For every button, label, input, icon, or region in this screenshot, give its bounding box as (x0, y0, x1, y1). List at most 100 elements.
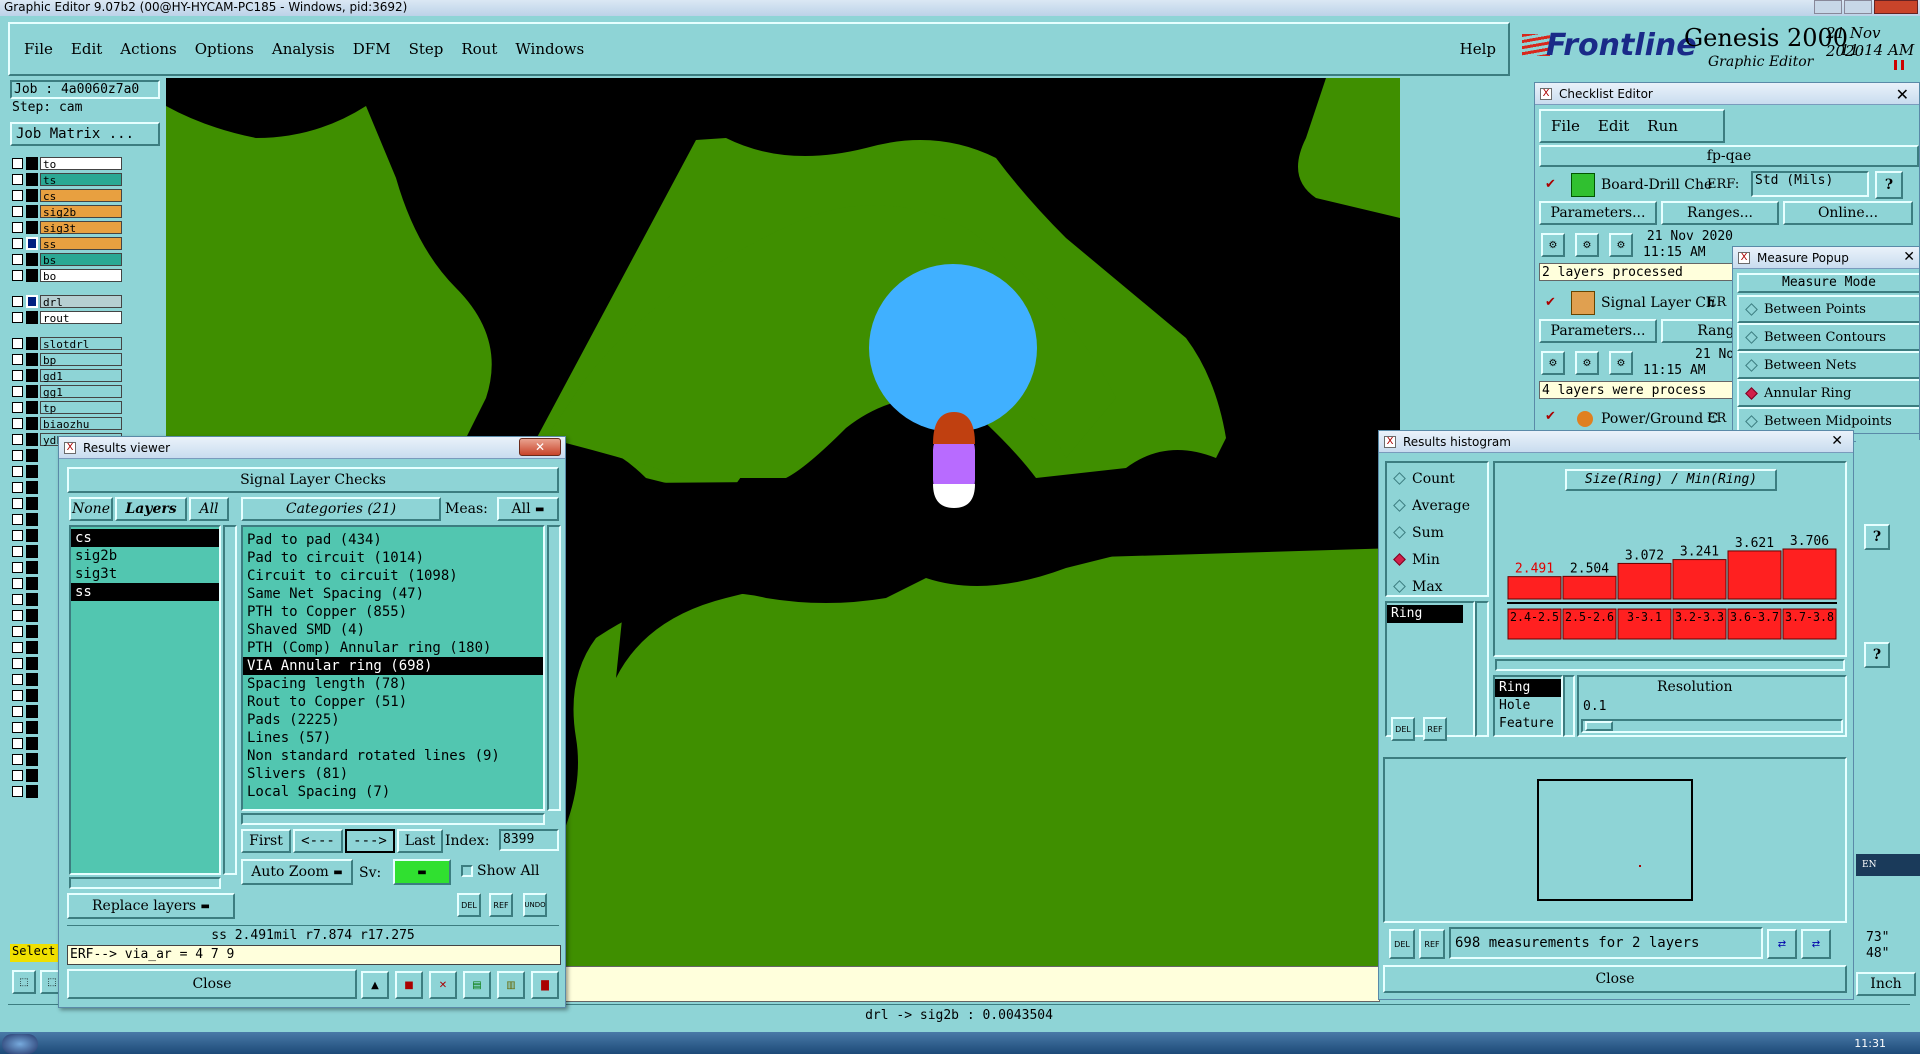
layer-row-sig2b[interactable]: sig2b (12, 204, 122, 219)
layer-row-hidden[interactable] (12, 608, 40, 622)
hist-tool-2-icon[interactable]: ⇄ (1801, 929, 1831, 959)
layer-row-hidden[interactable] (12, 576, 40, 590)
layer-row-gg1[interactable]: gg1 (12, 384, 122, 399)
rv-category-item[interactable]: Pad to pad (434) (243, 531, 543, 549)
hist-ref-icon[interactable]: REF (1419, 929, 1445, 959)
rv-category-item[interactable]: Circuit to circuit (1098) (243, 567, 543, 585)
rv-categories-button[interactable]: Categories (21) (241, 497, 441, 521)
layer-checkbox[interactable] (12, 737, 23, 749)
check1-checkbox[interactable]: ✔ (1545, 177, 1556, 192)
layer-row-tp[interactable]: tp (12, 400, 122, 415)
layer-row-hidden[interactable] (12, 464, 40, 478)
rv-category-item[interactable]: VIA Annular ring (698) (243, 657, 543, 675)
rv-replace-layers-select[interactable]: Replace layers ▬ (67, 893, 235, 919)
hist-list-ref-icon[interactable]: REF (1423, 717, 1447, 741)
rv-layers-button[interactable]: Layers (115, 497, 187, 521)
layer-row-hidden[interactable] (12, 512, 40, 526)
right-help-icon-1[interactable]: ? (1864, 524, 1890, 550)
rv-layer-item[interactable]: sig2b (71, 547, 219, 565)
layer-checkbox[interactable] (12, 449, 23, 461)
histogram-close-icon[interactable]: ✕ (1831, 433, 1843, 449)
layer-name[interactable]: sig3t (40, 220, 122, 235)
layer-row-hidden[interactable] (12, 736, 40, 750)
layer-row-hidden[interactable] (12, 544, 40, 558)
histogram-mode-option[interactable]: Sum (1387, 519, 1487, 546)
layer-name[interactable]: sig2b (40, 204, 122, 219)
layer-checkbox[interactable] (12, 513, 23, 525)
layer-row-to[interactable]: to (12, 156, 122, 171)
layer-checkbox[interactable] (12, 753, 23, 765)
menu-help[interactable]: Help (1460, 40, 1496, 58)
rv-category-item[interactable]: Spacing length (78) (243, 675, 543, 693)
layer-row-hidden[interactable] (12, 688, 40, 702)
layer-row-bp[interactable]: bp (12, 352, 122, 367)
layer-checkbox[interactable] (12, 401, 23, 413)
window-controls[interactable] (1798, 0, 1918, 15)
layer-name[interactable]: drl (40, 294, 122, 309)
layer-checkbox[interactable] (12, 609, 23, 621)
rv-tool-6-icon[interactable]: ▇ (531, 971, 559, 999)
histogram-prop-item[interactable]: Hole (1495, 697, 1561, 715)
histogram-mode-option[interactable]: Count (1387, 465, 1487, 492)
histogram-close-button[interactable]: Close (1383, 965, 1847, 993)
layer-checkbox[interactable] (12, 337, 23, 349)
check2-parameters-button[interactable]: Parameters... (1539, 319, 1657, 343)
layer-name[interactable]: bs (40, 252, 122, 267)
rv-category-item[interactable]: Slivers (81) (243, 765, 543, 783)
rv-layer-item[interactable]: ss (71, 583, 219, 601)
layer-checkbox[interactable] (12, 593, 23, 605)
check1-help-icon[interactable]: ? (1875, 171, 1903, 199)
rv-category-item[interactable]: Non standard rotated lines (9) (243, 747, 543, 765)
hist-list-del-icon[interactable]: DEL (1391, 717, 1415, 741)
rv-undo-icon[interactable]: UNDO (523, 893, 547, 917)
layer-checkbox[interactable] (12, 577, 23, 589)
rv-category-item[interactable]: Local Spacing (7) (243, 783, 543, 801)
layer-row-hidden[interactable] (12, 592, 40, 606)
layer-row-hidden[interactable] (12, 448, 40, 462)
layer-checkbox[interactable] (12, 295, 23, 307)
layer-row-rout[interactable]: rout (12, 310, 122, 325)
layer-row-hidden[interactable] (12, 480, 40, 494)
checklist-menu-run[interactable]: Run (1647, 117, 1678, 135)
layer-name[interactable]: tp (40, 400, 122, 415)
layer-checkbox[interactable] (12, 385, 23, 397)
layer-name[interactable]: rout (40, 310, 122, 325)
layer-row-sig3t[interactable]: sig3t (12, 220, 122, 235)
histogram-mode-option[interactable]: Max (1387, 573, 1487, 600)
rv-category-item[interactable]: Lines (57) (243, 729, 543, 747)
layer-checkbox[interactable] (12, 561, 23, 573)
rv-category-item[interactable]: Pad to circuit (1014) (243, 549, 543, 567)
layer-checkbox[interactable] (12, 641, 23, 653)
pointer-tool-icon[interactable]: ⬚ (12, 970, 36, 994)
units-inch-select[interactable]: Inch (1856, 972, 1916, 996)
layer-name[interactable]: slotdrl (40, 336, 122, 351)
histogram-prop-scrollbar[interactable] (1563, 675, 1575, 737)
histogram-list-item[interactable]: Ring (1387, 605, 1463, 623)
layer-checkbox[interactable] (12, 657, 23, 669)
layer-checkbox[interactable] (12, 189, 23, 201)
rv-category-item[interactable]: Rout to Copper (51) (243, 693, 543, 711)
checklist-close-icon[interactable]: ✕ (1896, 85, 1909, 104)
measure-mode-option[interactable]: Between Contours (1737, 323, 1919, 351)
histogram-hscrollbar[interactable] (1495, 659, 1845, 671)
histogram-prop-item[interactable]: Ring (1495, 679, 1561, 697)
layer-checkbox[interactable] (12, 237, 23, 249)
check1-run-icon[interactable]: ⚙ (1541, 233, 1565, 257)
layer-row-hidden[interactable] (12, 720, 40, 734)
layer-checkbox[interactable] (12, 545, 23, 557)
checklist-menu-edit[interactable]: Edit (1598, 117, 1629, 135)
rv-layer-scrollbar[interactable] (223, 525, 237, 875)
layer-checkbox[interactable] (12, 253, 23, 265)
layer-row-bo[interactable]: bo (12, 268, 122, 283)
layer-row-hidden[interactable] (12, 752, 40, 766)
rv-del-icon[interactable]: DEL (457, 893, 481, 917)
rv-category-item[interactable]: PTH to Copper (855) (243, 603, 543, 621)
checklist-menu-file[interactable]: File (1551, 117, 1580, 135)
layer-row-ts[interactable]: ts (12, 172, 122, 187)
rv-close-button[interactable]: Close (67, 969, 357, 999)
histogram-mode-option[interactable]: Min (1387, 546, 1487, 573)
menu-file[interactable]: File (24, 40, 53, 58)
layer-row-hidden[interactable] (12, 528, 40, 542)
layer-checkbox[interactable] (12, 205, 23, 217)
layer-row-hidden[interactable] (12, 624, 40, 638)
